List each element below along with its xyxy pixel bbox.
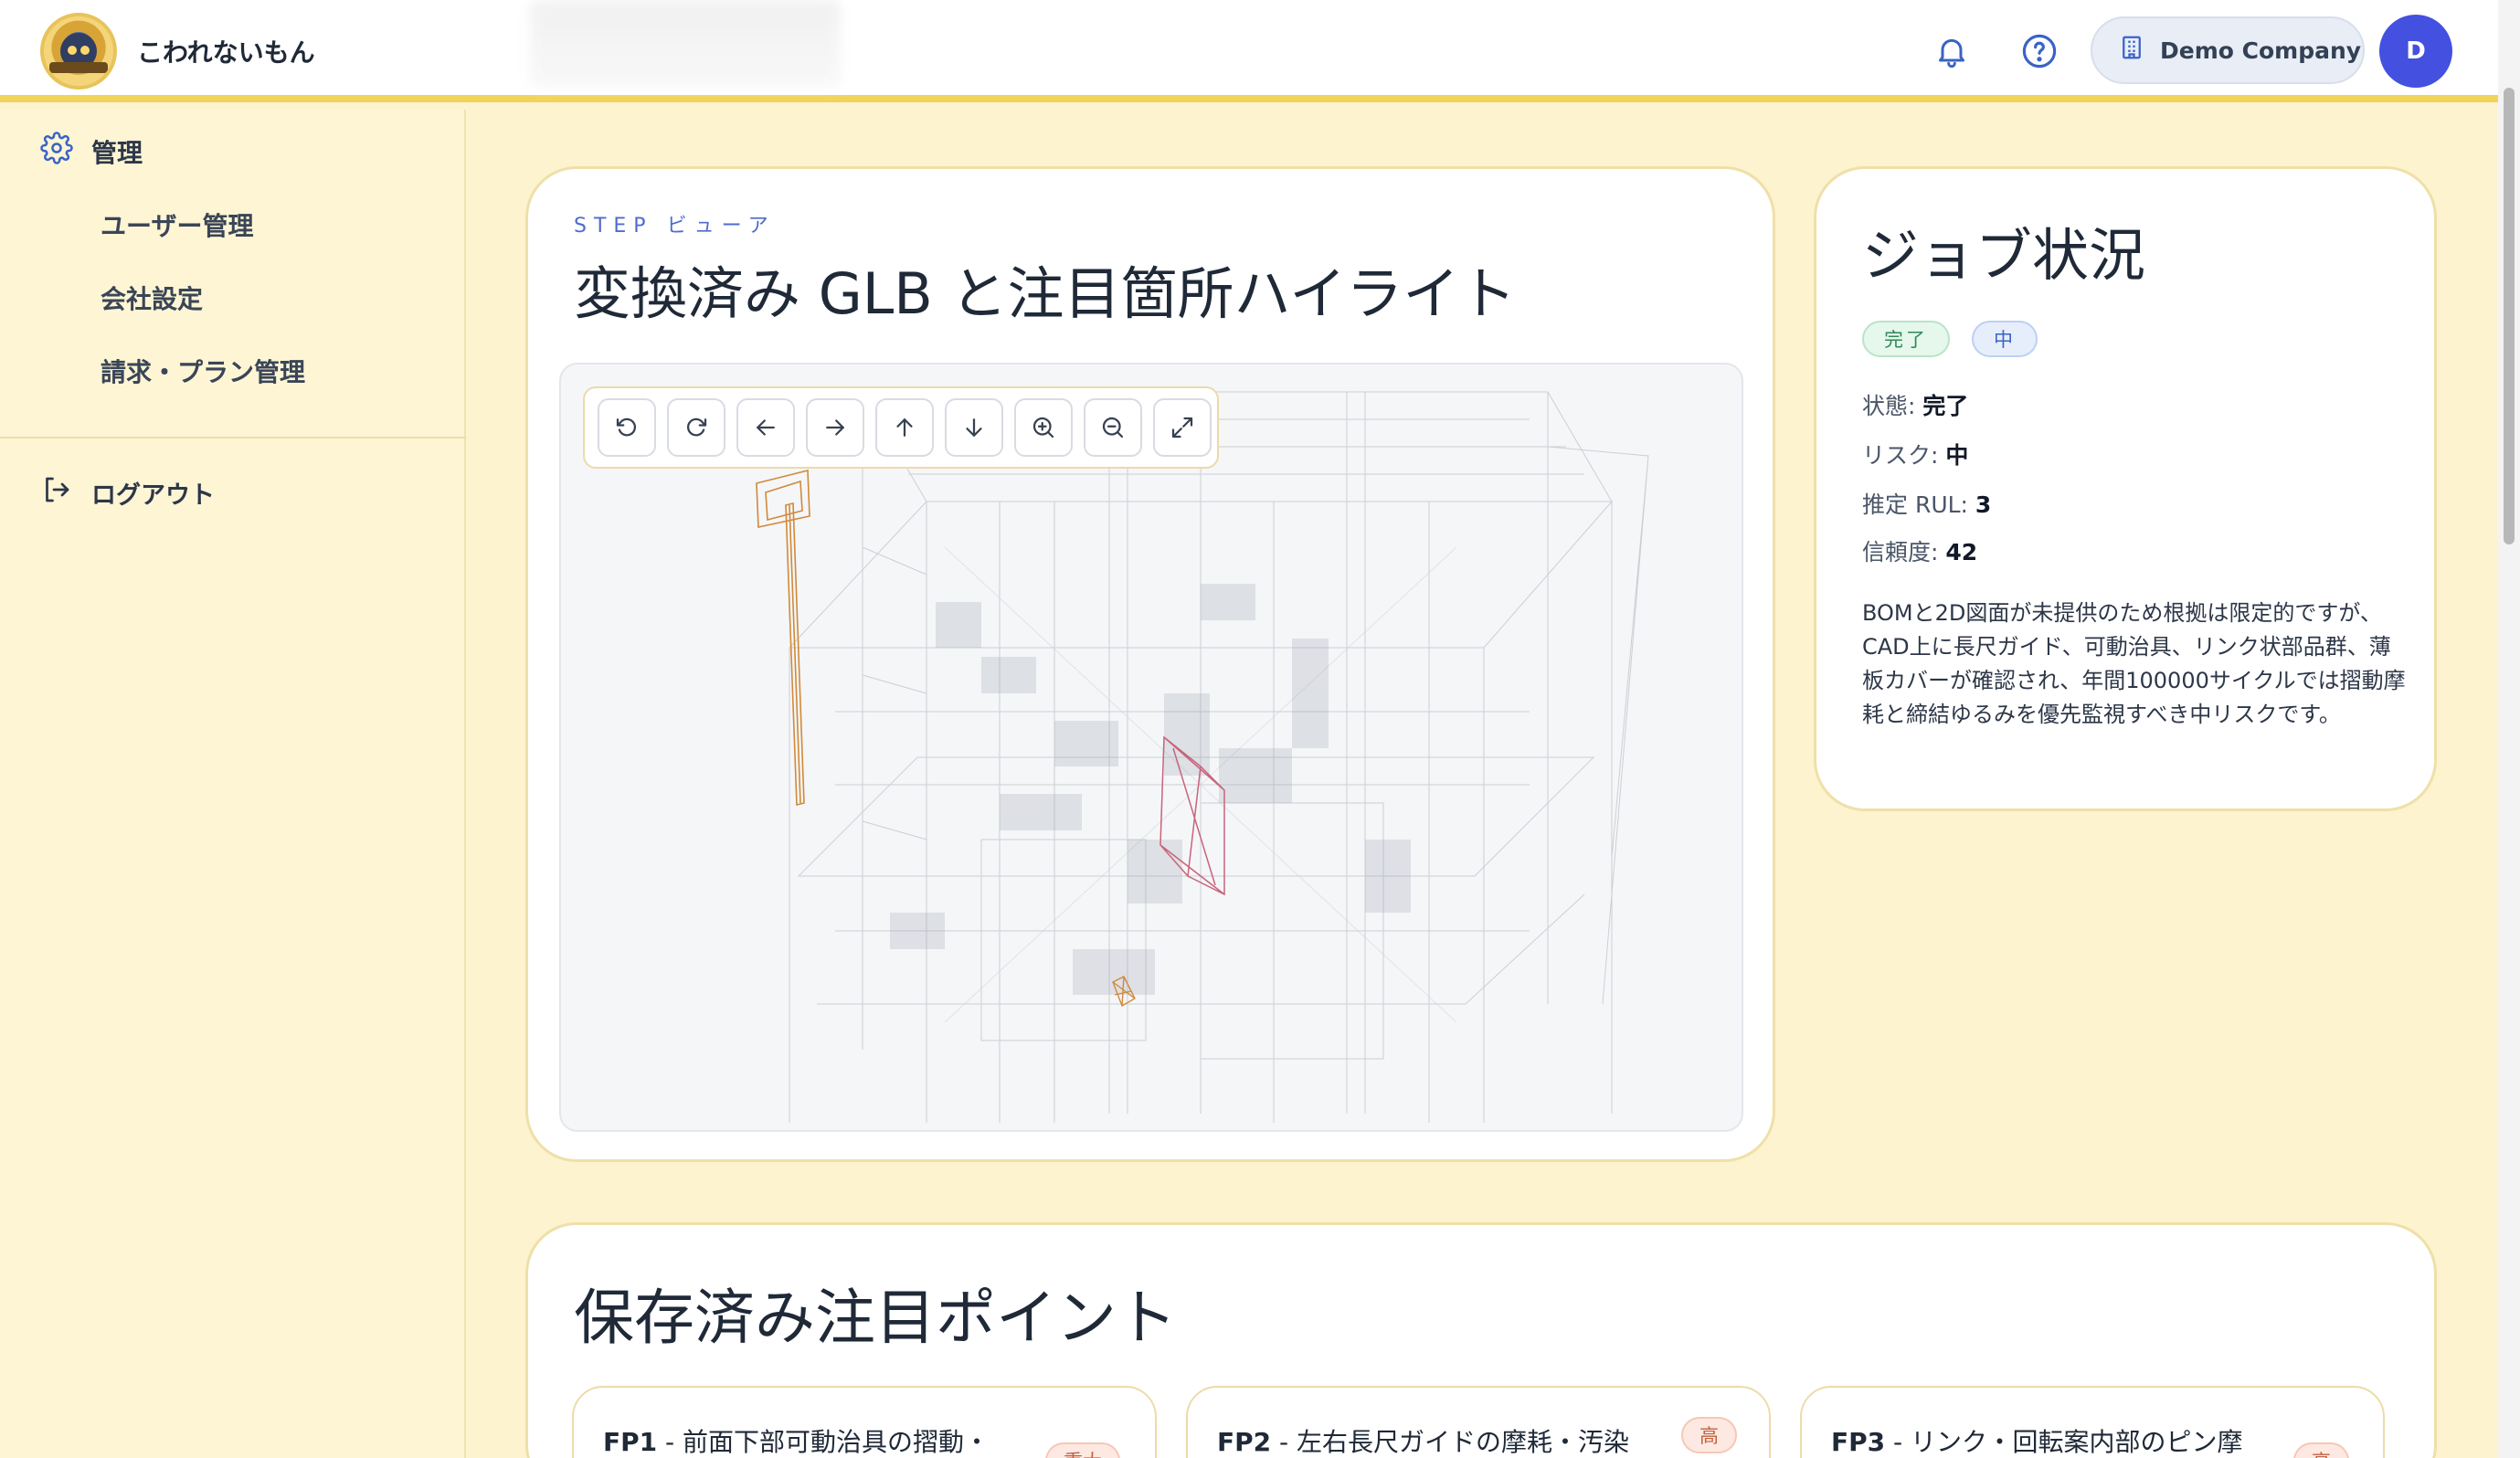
logout-button[interactable]: ログアウト: [40, 473, 215, 512]
zoom-in-button[interactable]: [1014, 398, 1073, 457]
sidebar-item-user-management[interactable]: ユーザー管理: [101, 206, 253, 243]
job-status-title: ジョブ状況: [1862, 222, 2146, 289]
help-icon[interactable]: [2016, 27, 2063, 75]
zoom-out-icon: [1102, 417, 1124, 438]
viewer-title: 変換済み GLB と注目箇所ハイライト: [574, 260, 1517, 327]
zoom-out-button[interactable]: [1084, 398, 1142, 457]
job-status-card: ジョブ状況 完了 中 状態: 完了 リスク: 中 推定 RUL: 3 信頼度: …: [1814, 166, 2437, 811]
sidebar: 管理 ユーザー管理 会社設定 請求・プラン管理 ログアウト: [0, 110, 466, 1458]
severity-badge: 高: [2293, 1442, 2349, 1458]
arrow-up-icon: [896, 418, 913, 437]
building-icon: [2118, 34, 2145, 67]
zoom-in-icon: [1032, 417, 1054, 438]
job-summary-text: BOMと2D図面が未提供のため根拠は限定的ですが、CAD上に長尺ガイド、可動治具…: [1862, 600, 2406, 727]
top-header: こわれないもん Demo Company D: [0, 0, 2498, 102]
pan-up-button[interactable]: [875, 398, 934, 457]
sidebar-item-company-settings[interactable]: 会社設定: [101, 280, 203, 316]
pan-right-button[interactable]: [806, 398, 864, 457]
focus-point-id: FP1: [603, 1427, 658, 1457]
logout-label: ログアウト: [91, 481, 215, 510]
step-viewer-label: STEP ビューア: [574, 215, 776, 238]
expand-icon: [1171, 417, 1193, 438]
focus-point-id: FP3: [1831, 1427, 1886, 1457]
risk-row: リスク: 中: [1862, 442, 1969, 469]
state-row: 状態: 完了: [1862, 393, 1969, 419]
severity-badge: 高: [1681, 1417, 1737, 1453]
viewer-toolbar: [583, 386, 1219, 469]
rotate-right-icon: [687, 417, 707, 437]
focus-point-item[interactable]: FP3 - リンク・回転案内部のピン摩 高: [1800, 1386, 2385, 1458]
app-logo[interactable]: [40, 13, 117, 90]
focus-point-id: FP2: [1217, 1427, 1272, 1457]
arrow-left-icon: [757, 419, 775, 436]
risk-badge: 中: [1972, 321, 2038, 357]
saved-focus-points-card: 保存済み注目ポイント FP1 - 前面下部可動治具の摺動・ 重大 FP2 - 左…: [525, 1222, 2437, 1458]
app-name: こわれないもん: [137, 37, 315, 68]
fullscreen-button[interactable]: [1153, 398, 1212, 457]
status-badge: 完了: [1862, 321, 1950, 357]
step-viewer-card: STEP ビューア 変換済み GLB と注目箇所ハイライト: [525, 166, 1775, 1162]
focus-point-item[interactable]: FP1 - 前面下部可動治具の摺動・ 重大: [572, 1386, 1157, 1458]
3d-viewer-canvas[interactable]: [559, 363, 1743, 1132]
confidence-row: 信頼度: 42: [1862, 539, 1978, 565]
rotate-left-icon: [616, 417, 636, 437]
sidebar-section-label: 管理: [91, 137, 143, 168]
company-switcher-button[interactable]: Demo Company: [2091, 16, 2365, 84]
sidebar-section-admin[interactable]: 管理: [40, 132, 143, 171]
arrow-right-icon: [826, 419, 844, 436]
focus-point-text: - リンク・回転案内部のピン摩: [1893, 1427, 2243, 1457]
sidebar-divider: [0, 437, 466, 438]
pan-down-button[interactable]: [945, 398, 1003, 457]
focus-point-item[interactable]: FP2 - 左右長尺ガイドの摩耗・汚染 高: [1186, 1386, 1771, 1458]
blurred-region: [530, 0, 841, 88]
focus-point-text: - 前面下部可動治具の摺動・: [665, 1427, 990, 1457]
arrow-down-icon: [966, 418, 982, 437]
user-avatar[interactable]: D: [2379, 15, 2452, 88]
notification-bell-icon[interactable]: [1928, 27, 1975, 75]
severity-badge: 重大: [1045, 1442, 1120, 1458]
logout-icon: [40, 473, 73, 512]
cad-wireframe-model: [756, 391, 1649, 1123]
rotate-right-button[interactable]: [667, 398, 725, 457]
company-name: Demo Company: [2160, 37, 2362, 64]
rotate-left-button[interactable]: [598, 398, 656, 457]
focus-points-title: 保存済み注目ポイント: [574, 1283, 1177, 1353]
focus-point-text: - 左右長尺ガイドの摩耗・汚染: [1279, 1427, 1630, 1457]
scrollbar-thumb[interactable]: [2504, 88, 2515, 544]
sidebar-item-billing[interactable]: 請求・プラン管理: [101, 353, 305, 389]
gear-icon: [40, 132, 73, 171]
page-scrollbar[interactable]: [2498, 0, 2520, 1458]
rul-row: 推定 RUL: 3: [1862, 491, 1992, 518]
pan-left-button[interactable]: [736, 398, 795, 457]
